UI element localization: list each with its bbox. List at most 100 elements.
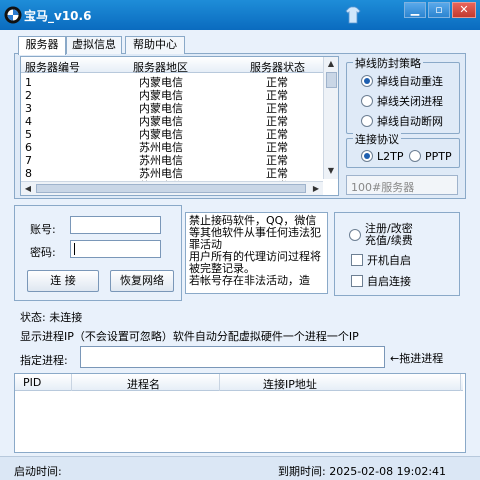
column-connect-ip[interactable]: 连接IP地址 bbox=[263, 376, 317, 392]
connect-button[interactable]: 连 接 bbox=[27, 270, 99, 292]
notice-text: 禁止接码软件，QQ，微信等其他软件从事任何违法犯罪活动 用户所有的代理访问过程将… bbox=[185, 212, 328, 294]
status-bar: 启动时间: 到期时间: 2025-02-08 19:02:41 bbox=[0, 456, 480, 480]
protocol-group: 连接协议 L2TP PPTP bbox=[346, 131, 460, 168]
server-status: 正常 bbox=[266, 128, 288, 141]
table-row[interactable]: 1 内蒙电信 正常 bbox=[21, 76, 323, 89]
radio-pptp[interactable]: PPTP bbox=[409, 150, 452, 163]
maximize-button[interactable]: ▫ bbox=[428, 2, 450, 18]
checkbox-icon[interactable] bbox=[351, 254, 363, 266]
start-time: 启动时间: bbox=[14, 465, 62, 478]
process-input[interactable] bbox=[80, 346, 385, 368]
column-server-status[interactable]: 服务器状态 bbox=[250, 59, 305, 75]
checkbox-icon[interactable] bbox=[351, 275, 363, 287]
window-title: 宝马_v10.6 bbox=[24, 9, 92, 23]
radio-close-process[interactable]: 掉线关闭进程 bbox=[361, 93, 443, 109]
password-input[interactable] bbox=[70, 240, 161, 258]
scroll-up-icon[interactable]: ▲ bbox=[324, 57, 338, 71]
account-label: 账号: bbox=[30, 223, 56, 236]
account-options-panel: 注册/改密 充值/续费 开机自启 自启连接 bbox=[334, 212, 460, 296]
radio-icon[interactable] bbox=[349, 229, 361, 241]
server-id: 6 bbox=[25, 141, 32, 154]
column-divider bbox=[460, 374, 461, 391]
tab-virtual-info[interactable]: 虚拟信息 bbox=[66, 36, 122, 54]
server-region: 内蒙电信 bbox=[139, 76, 183, 89]
server-status: 正常 bbox=[266, 167, 288, 180]
server-id: 2 bbox=[25, 89, 32, 102]
server-status: 正常 bbox=[266, 154, 288, 167]
skin-shirt-icon[interactable] bbox=[345, 6, 361, 24]
column-divider bbox=[71, 374, 72, 391]
radio-l2tp[interactable]: L2TP bbox=[361, 150, 403, 163]
server-region: 内蒙电信 bbox=[139, 115, 183, 128]
server-id: 7 bbox=[25, 154, 32, 167]
protocol-title: 连接协议 bbox=[353, 131, 401, 147]
auto-connect-checkbox[interactable]: 自启连接 bbox=[351, 273, 411, 289]
drag-process-button[interactable]: ←拖进进程 bbox=[390, 350, 443, 366]
server-id: 1 bbox=[25, 76, 32, 89]
table-row[interactable]: 8 苏州电信 正常 bbox=[21, 167, 323, 180]
server-region: 苏州电信 bbox=[139, 154, 183, 167]
server-table[interactable]: 服务器编号 服务器地区 服务器状态 1 内蒙电信 正常 2 内蒙电信 正常 3 内蒙电信 正常 4… bbox=[20, 56, 339, 196]
password-label: 密码: bbox=[30, 246, 56, 259]
column-process-name[interactable]: 进程名 bbox=[127, 376, 160, 392]
server-status: 正常 bbox=[266, 115, 288, 128]
drop-protection-title: 掉线防封策略 bbox=[353, 55, 423, 71]
table-row[interactable]: 3 内蒙电信 正常 bbox=[21, 102, 323, 115]
radio-icon[interactable] bbox=[361, 95, 373, 107]
tab-help-center[interactable]: 帮助中心 bbox=[125, 36, 185, 54]
table-row[interactable]: 5 内蒙电信 正常 bbox=[21, 128, 323, 141]
column-server-region[interactable]: 服务器地区 bbox=[133, 59, 188, 75]
process-hint: 显示进程IP（不会设置可忽略）软件自动分配虚拟硬件一个进程一个IP bbox=[20, 330, 359, 343]
radio-selected-icon[interactable] bbox=[361, 150, 373, 162]
server-region: 内蒙电信 bbox=[139, 128, 183, 141]
column-divider bbox=[219, 374, 220, 391]
scroll-left-icon[interactable]: ◀ bbox=[21, 182, 35, 195]
horizontal-scrollbar[interactable]: ◀ ▶ bbox=[21, 181, 323, 195]
restore-network-button[interactable]: 恢复网络 bbox=[110, 270, 174, 292]
server-status: 正常 bbox=[266, 89, 288, 102]
text-cursor bbox=[74, 243, 75, 255]
radio-auto-disconnect[interactable]: 掉线自动断网 bbox=[361, 113, 443, 129]
table-row[interactable]: 7 苏州电信 正常 bbox=[21, 154, 323, 167]
expire-time: 到期时间: 2025-02-08 19:02:41 bbox=[278, 465, 447, 478]
process-table[interactable]: PID 进程名 连接IP地址 bbox=[14, 373, 466, 453]
drop-protection-group: 掉线防封策略 掉线自动重连 掉线关闭进程 掉线自动断网 bbox=[346, 55, 460, 134]
connection-status: 状态: 未连接 bbox=[20, 311, 83, 324]
scroll-down-icon[interactable]: ▼ bbox=[324, 164, 338, 178]
server-region: 内蒙电信 bbox=[139, 102, 183, 115]
scrollbar-thumb[interactable] bbox=[326, 72, 337, 88]
server-status: 正常 bbox=[266, 76, 288, 89]
bmw-logo-icon bbox=[4, 6, 22, 24]
vertical-scrollbar[interactable]: ▲ ▼ bbox=[323, 57, 338, 179]
minimize-button[interactable]: ▁ bbox=[404, 2, 426, 18]
server-status: 正常 bbox=[266, 141, 288, 154]
radio-icon[interactable] bbox=[361, 115, 373, 127]
server-id: 3 bbox=[25, 102, 32, 115]
table-row[interactable]: 6 苏州电信 正常 bbox=[21, 141, 323, 154]
column-pid[interactable]: PID bbox=[23, 376, 41, 389]
startup-checkbox[interactable]: 开机自启 bbox=[351, 252, 411, 268]
tab-servers[interactable]: 服务器 bbox=[18, 36, 66, 55]
notice-text-content: 禁止接码软件，QQ，微信等其他软件从事任何违法犯罪活动 用户所有的代理访问过程将… bbox=[189, 214, 321, 287]
server-id: 5 bbox=[25, 128, 32, 141]
account-input[interactable] bbox=[70, 216, 161, 234]
column-server-id[interactable]: 服务器编号 bbox=[25, 59, 80, 75]
server-region: 内蒙电信 bbox=[139, 89, 183, 102]
scrollbar-thumb-h[interactable] bbox=[36, 184, 306, 193]
server-id: 4 bbox=[25, 115, 32, 128]
table-row[interactable]: 4 内蒙电信 正常 bbox=[21, 115, 323, 128]
radio-selected-icon[interactable] bbox=[361, 75, 373, 87]
server-region: 苏州电信 bbox=[139, 167, 183, 180]
table-row[interactable]: 2 内蒙电信 正常 bbox=[21, 89, 323, 102]
server-table-header: 服务器编号 服务器地区 服务器状态 bbox=[21, 57, 323, 75]
server-id: 8 bbox=[25, 167, 32, 180]
radio-auto-reconnect[interactable]: 掉线自动重连 bbox=[361, 73, 443, 89]
scroll-right-icon[interactable]: ▶ bbox=[309, 182, 323, 195]
process-label: 指定进程: bbox=[20, 354, 68, 367]
server-status: 正常 bbox=[266, 102, 288, 115]
selected-server-field: 100#服务器 bbox=[346, 175, 458, 195]
radio-icon[interactable] bbox=[409, 150, 421, 162]
close-button[interactable]: ✕ bbox=[452, 2, 476, 18]
server-region: 苏州电信 bbox=[139, 141, 183, 154]
process-table-header: PID 进程名 连接IP地址 bbox=[15, 374, 463, 391]
